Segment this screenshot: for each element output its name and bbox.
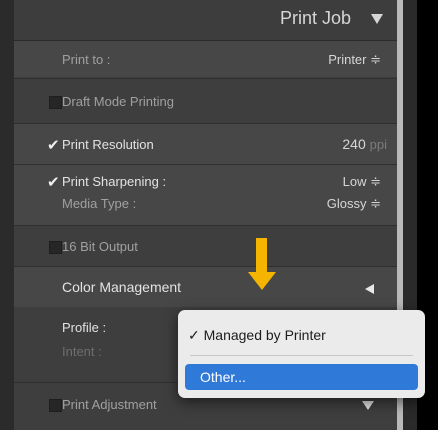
print-sharpening-checkbox[interactable]: ✔ bbox=[47, 173, 60, 191]
profile-label: Profile : bbox=[62, 320, 107, 335]
print-resolution-row: ✔ Print Resolution 240 ppi bbox=[14, 124, 397, 164]
profile-popup-menu: ✓ Managed by Printer Other... bbox=[178, 310, 425, 398]
panel-header[interactable]: Print Job bbox=[14, 0, 397, 41]
print-sharpening-row: ✔ Print Sharpening : Low ≑ Media Type : … bbox=[14, 165, 397, 225]
intent-label: Intent : bbox=[62, 344, 102, 359]
bit-output-label: 16 Bit Output bbox=[62, 239, 138, 254]
media-type-select[interactable]: Glossy ≑ bbox=[327, 196, 381, 212]
left-margin bbox=[0, 0, 14, 430]
print-to-select[interactable]: Printer ≑ bbox=[328, 52, 381, 68]
draft-mode-row: Draft Mode Printing bbox=[14, 79, 397, 123]
bit-output-checkbox[interactable] bbox=[49, 241, 62, 254]
print-resolution-label: Print Resolution bbox=[62, 137, 154, 152]
menu-separator bbox=[190, 355, 413, 356]
print-sharpening-select[interactable]: Low ≑ bbox=[343, 174, 381, 190]
print-to-row: Print to : Printer ≑ bbox=[14, 41, 397, 77]
media-type-label: Media Type : bbox=[62, 196, 137, 211]
color-management-title: Color Management bbox=[62, 279, 182, 295]
print-resolution-checkbox[interactable]: ✔ bbox=[47, 136, 60, 154]
color-management-header[interactable]: Color Management bbox=[14, 267, 397, 307]
print-adjustment-disclosure-icon[interactable] bbox=[362, 401, 374, 410]
draft-mode-label: Draft Mode Printing bbox=[62, 94, 174, 109]
print-resolution-value-group[interactable]: 240 ppi bbox=[342, 136, 387, 152]
color-management-toggle-icon[interactable] bbox=[365, 284, 374, 294]
print-resolution-value[interactable]: 240 bbox=[342, 136, 365, 152]
annotation-arrow-shaft bbox=[256, 238, 267, 274]
bit-output-row: 16 Bit Output bbox=[14, 226, 397, 266]
panel-title: Print Job bbox=[279, 8, 351, 28]
annotation-arrow-icon bbox=[248, 272, 276, 290]
collapse-triangle-icon[interactable] bbox=[371, 14, 383, 24]
print-adjustment-checkbox[interactable] bbox=[49, 399, 62, 412]
menu-item-other[interactable]: Other... bbox=[200, 369, 246, 385]
print-adjustment-label: Print Adjustment bbox=[62, 397, 157, 412]
print-to-label: Print to : bbox=[62, 52, 111, 67]
print-resolution-unit: ppi bbox=[369, 137, 387, 152]
print-sharpening-label: Print Sharpening : bbox=[62, 174, 167, 189]
menu-item-managed-by-printer[interactable]: ✓ Managed by Printer bbox=[188, 327, 326, 344]
